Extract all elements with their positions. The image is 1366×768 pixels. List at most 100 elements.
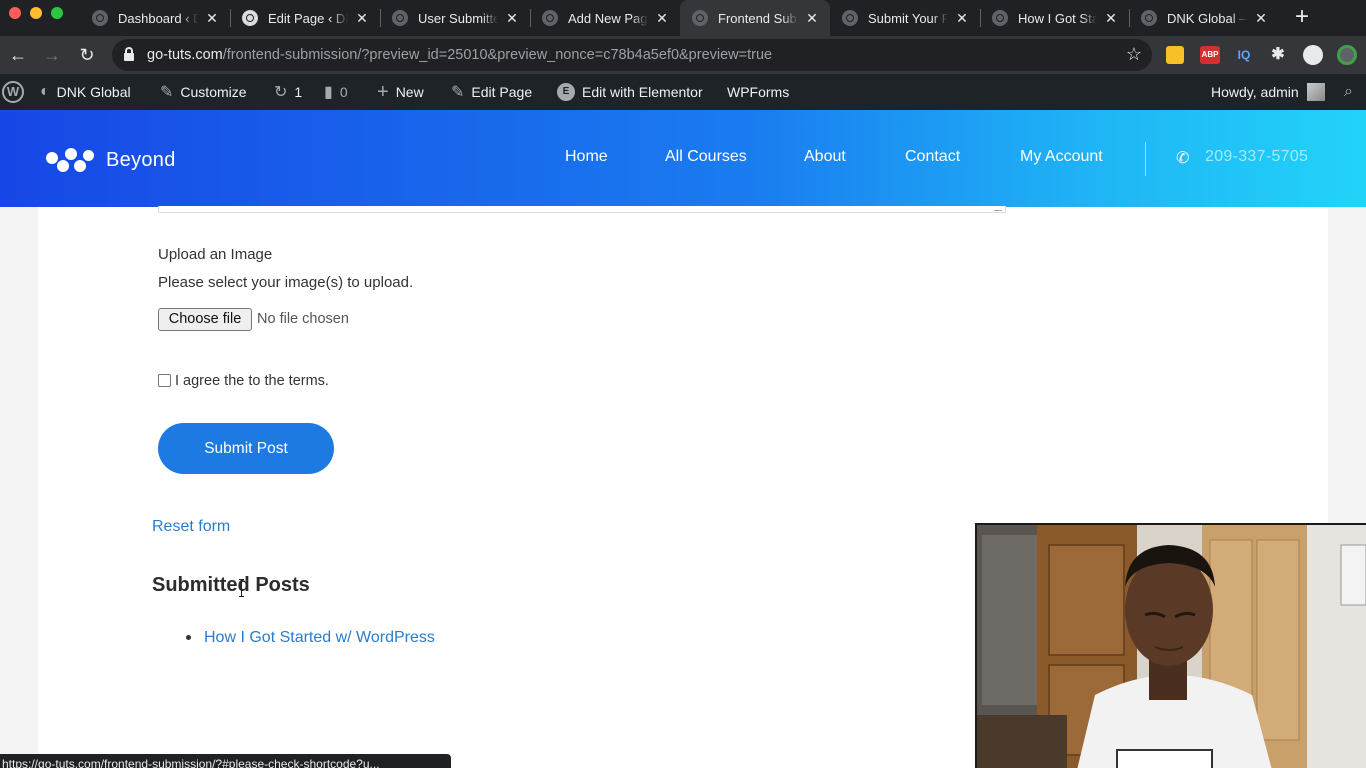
browser-tab[interactable]: Submit Your Post ✕ [830, 0, 980, 36]
elementor-icon: E [557, 83, 575, 101]
shield-extension-icon[interactable] [1303, 45, 1323, 65]
nav-home[interactable]: Home [565, 148, 608, 166]
close-icon[interactable]: ✕ [804, 10, 820, 27]
globe-icon [542, 10, 558, 26]
nav-my-account[interactable]: My Account [1020, 148, 1103, 166]
address-bar[interactable]: go-tuts.com/frontend-submission/?preview… [112, 39, 1152, 71]
globe-icon [842, 10, 858, 26]
admin-customize[interactable]: ✎ Customize [160, 74, 247, 110]
globe-icon [242, 10, 258, 26]
globe-icon [92, 10, 108, 26]
brush-icon: ✎ [160, 84, 174, 101]
close-icon[interactable]: ✕ [1103, 10, 1119, 27]
nav-contact[interactable]: Contact [905, 148, 960, 166]
iq-extension-icon[interactable]: IQ [1235, 46, 1253, 64]
tab-title: Add New Page [568, 10, 648, 26]
reset-form-link[interactable]: Reset form [152, 518, 230, 536]
phone-number[interactable]: 209-337-5705 [1205, 148, 1308, 166]
dashboard-gauge-icon: ◐ [40, 83, 50, 100]
browser-tab[interactable]: Edit Page ‹ DNK Global ✕ [230, 0, 380, 36]
file-status: No file chosen [257, 311, 349, 327]
nav-all-courses[interactable]: All Courses [665, 148, 747, 166]
close-icon[interactable]: ✕ [654, 10, 670, 27]
textarea-resize-handle[interactable] [994, 207, 1002, 211]
admin-edit-page[interactable]: ✎ Edit Page [451, 74, 532, 110]
upload-label: Upload an Image [158, 246, 273, 263]
close-icon[interactable]: ✕ [954, 10, 970, 27]
browser-tab[interactable]: How I Got Started ✕ [980, 0, 1129, 36]
list-bullet [186, 635, 191, 640]
tab-title: Frontend Submission [718, 10, 798, 26]
phone-icon: ✆ [1176, 150, 1190, 167]
webcam-overlay [975, 523, 1366, 768]
link-status-bar: https://go-tuts.com/frontend-submission/… [0, 754, 451, 768]
browser-tab[interactable]: DNK Global – ✕ [1129, 0, 1279, 36]
comment-icon: ▮ [324, 84, 333, 101]
close-icon[interactable]: ✕ [504, 10, 520, 27]
globe-icon [1141, 10, 1157, 26]
admin-new[interactable]: + New [377, 74, 424, 110]
admin-elementor[interactable]: E Edit with Elementor [557, 74, 703, 110]
tab-title: How I Got Started [1018, 10, 1097, 26]
text-cursor-icon [239, 579, 245, 597]
reload-icon[interactable]: ↻ [74, 42, 100, 68]
close-icon[interactable]: ✕ [1253, 10, 1269, 27]
submitted-posts-heading: Submitted Posts [152, 574, 310, 596]
pencil-icon: ✎ [451, 84, 465, 101]
tab-title: User Submitted Posts [418, 10, 498, 26]
puzzle-extensions-icon[interactable]: ✱ [1269, 46, 1287, 64]
browser-tab[interactable]: Dashboard ‹ DNK Global ✕ [80, 0, 230, 36]
browser-toolbar: ← → ↻ go-tuts.com/frontend-submission/?p… [0, 36, 1366, 74]
lock-icon [124, 47, 134, 61]
back-arrow-icon[interactable]: ← [5, 42, 31, 68]
globe-icon [392, 10, 408, 26]
site-logo[interactable]: Beyond [46, 146, 176, 174]
tab-title: Dashboard ‹ DNK Global [118, 10, 198, 26]
wp-admin-bar: W ◐ DNK Global ✎ Customize ↻ 1 ▮ 0 + New ✎ Edi… [0, 74, 1366, 110]
updates-icon: ↻ [274, 84, 288, 101]
search-icon[interactable]: ⌕ [1344, 74, 1353, 110]
close-icon[interactable]: ✕ [354, 10, 370, 27]
admin-site-name[interactable]: ◐ DNK Global [40, 74, 131, 110]
admin-updates[interactable]: ↻ 1 [274, 74, 302, 110]
screen: Dashboard ‹ DNK Global ✕ Edit Page ‹ DNK… [0, 0, 1366, 768]
admin-account[interactable]: Howdy, admin [1211, 74, 1325, 110]
globe-icon [692, 10, 708, 26]
site-header: Beyond Home All Courses About Contact My… [0, 110, 1366, 207]
browser-tab[interactable]: Add New Page ✕ [530, 0, 680, 36]
close-window-button[interactable] [9, 7, 21, 19]
upload-description: Please select your image(s) to upload. [158, 274, 414, 291]
browser-tab-active[interactable]: Frontend Submission ✕ [680, 0, 830, 36]
extension-notes-icon[interactable] [1166, 46, 1184, 64]
forward-arrow-icon[interactable]: → [39, 42, 65, 68]
wordpress-logo-icon[interactable]: W [2, 74, 24, 110]
tab-title: Edit Page ‹ DNK Global [268, 10, 348, 26]
plus-icon: + [377, 80, 389, 103]
tab-title: DNK Global – [1167, 10, 1247, 26]
avatar [1306, 83, 1325, 101]
submitted-post-link[interactable]: How I Got Started w/ WordPress [204, 629, 435, 647]
zoom-window-button[interactable] [51, 7, 63, 19]
browser-tab[interactable]: User Submitted Posts ✕ [380, 0, 530, 36]
presenter-video-icon [977, 525, 1366, 768]
terms-label[interactable]: I agree the to the terms. [175, 373, 329, 389]
nav-about[interactable]: About [804, 148, 846, 166]
adblock-icon[interactable]: ABP [1200, 46, 1220, 64]
nav-divider [1145, 142, 1146, 176]
admin-wpforms[interactable]: WPForms [727, 74, 789, 110]
minimize-window-button[interactable] [30, 7, 42, 19]
globe-icon [992, 10, 1008, 26]
beyond-logo-icon [46, 146, 96, 174]
url-text: go-tuts.com/frontend-submission/?preview… [147, 47, 773, 63]
new-tab-button[interactable]: + [1292, 4, 1312, 30]
close-icon[interactable]: ✕ [204, 10, 220, 27]
terms-checkbox[interactable] [158, 374, 171, 387]
bookmark-star-icon[interactable]: ☆ [1126, 44, 1142, 65]
choose-file-button[interactable]: Choose file [158, 308, 252, 331]
admin-comments[interactable]: ▮ 0 [324, 74, 348, 110]
logo-text: Beyond [106, 148, 176, 171]
submit-post-button[interactable]: Submit Post [158, 423, 334, 474]
browser-tab-bar: Dashboard ‹ DNK Global ✕ Edit Page ‹ DNK… [0, 0, 1366, 36]
content-textarea[interactable] [158, 206, 1006, 213]
profile-avatar-icon[interactable] [1337, 45, 1357, 65]
